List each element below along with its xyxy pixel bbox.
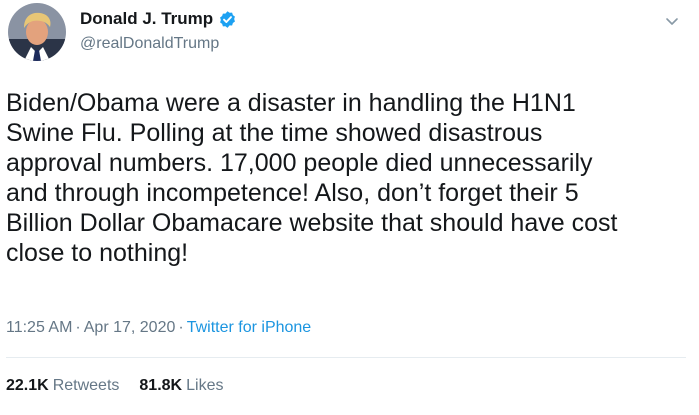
retweets-stat[interactable]: 22.1K Retweets <box>6 376 119 396</box>
retweets-label: Retweets <box>52 377 120 394</box>
profile-photo-image <box>8 3 66 61</box>
retweets-count: 22.1K <box>6 377 49 394</box>
verified-badge-icon <box>218 10 237 29</box>
tweet-timestamp[interactable]: 11:25 AM · Apr 17, 2020 <box>6 319 175 336</box>
avatar[interactable] <box>8 3 66 61</box>
author-name-row[interactable]: Donald J. Trump <box>80 8 237 30</box>
chevron-down-icon[interactable] <box>663 12 681 30</box>
tweet-card: Donald J. Trump @realDonaldTrump Biden/O… <box>0 0 699 415</box>
likes-label: Likes <box>186 377 224 394</box>
tweet-source-link[interactable]: Twitter for iPhone <box>187 319 312 336</box>
tweet-date: Apr 17, 2020 <box>83 319 176 336</box>
tweet-text: Biden/Obama were a disaster in handling … <box>6 89 618 267</box>
tweet-meta: 11:25 AM · Apr 17, 2020 · Twitter for iPhone <box>6 319 312 336</box>
tweet-stats: 22.1K Retweets 81.8K Likes <box>6 376 243 396</box>
likes-stat[interactable]: 81.8K Likes <box>139 376 223 396</box>
author-display-name: Donald J. Trump <box>80 9 214 28</box>
tweet-time: 11:25 AM <box>6 319 73 336</box>
divider <box>6 357 686 358</box>
likes-count: 81.8K <box>139 377 183 394</box>
author-handle[interactable]: @realDonaldTrump <box>80 34 219 54</box>
